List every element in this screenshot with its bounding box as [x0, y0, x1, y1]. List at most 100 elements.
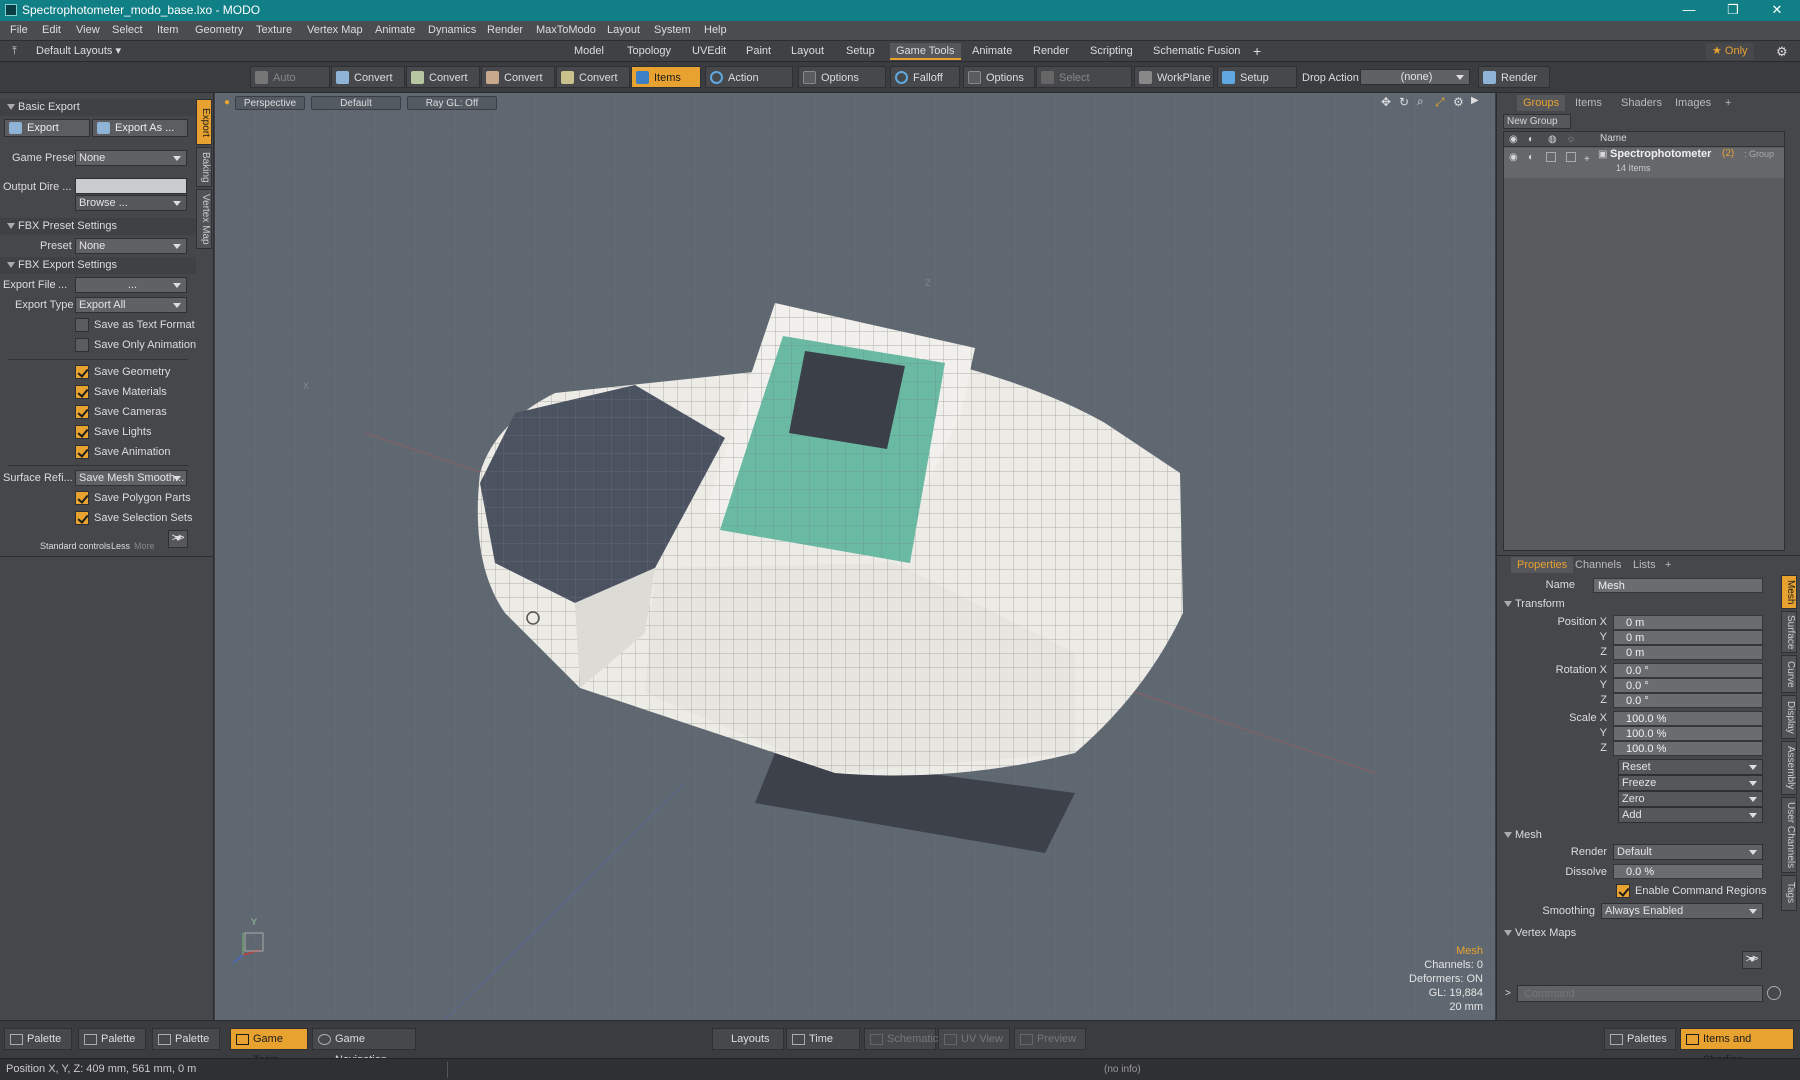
tab-game-tools[interactable]: Game Tools — [890, 43, 961, 60]
menu-maxtomodo[interactable]: MaxToModo — [536, 24, 596, 36]
layouts-up-icon[interactable]: ⤒ — [6, 43, 23, 60]
tab-properties[interactable]: Properties — [1511, 557, 1574, 573]
command-history-icon[interactable] — [1767, 986, 1781, 1000]
shading-dropdown[interactable]: Default — [311, 96, 401, 110]
layouts-button[interactable]: Layouts — [712, 1028, 784, 1050]
maximize-button[interactable]: ❐ — [1712, 0, 1754, 21]
zoom-icon[interactable]: ⌕ — [1417, 94, 1424, 109]
tab-groups[interactable]: Groups — [1517, 95, 1566, 111]
new-group-button[interactable]: New Group — [1503, 114, 1571, 129]
save-animation-checkbox[interactable] — [75, 445, 89, 459]
tab-channels[interactable]: Channels — [1569, 557, 1627, 573]
menu-item[interactable]: Item — [157, 24, 178, 36]
gear-icon[interactable]: ⚙ — [1770, 43, 1794, 60]
convert-button-3[interactable]: Convert — [481, 66, 555, 88]
expand-icon[interactable]: + — [1584, 154, 1590, 165]
more-link[interactable]: More — [134, 541, 155, 551]
menu-vertex-map[interactable]: Vertex Map — [307, 24, 363, 36]
export-file-dropdown[interactable]: ... — [75, 277, 187, 293]
vtab-assembly[interactable]: Assembly — [1781, 741, 1797, 795]
vtab-surface[interactable]: Surface — [1781, 611, 1797, 653]
vtab-curve[interactable]: Curve — [1781, 655, 1797, 693]
tab-render[interactable]: Render — [1027, 43, 1075, 60]
game-navigation-button[interactable]: Game Navigation — [312, 1028, 416, 1066]
tab-schematic-fusion[interactable]: Schematic Fusion — [1147, 43, 1246, 60]
smoothing-dropdown[interactable]: Always Enabled — [1601, 903, 1763, 919]
position-y-field[interactable]: 0 m — [1613, 630, 1763, 645]
vtab-vertex-map[interactable]: Vertex Map — [196, 189, 212, 249]
falloff-button[interactable]: Falloff — [890, 66, 960, 88]
save-lights-checkbox[interactable] — [75, 425, 89, 439]
surface-refinement-dropdown[interactable]: Save Mesh Smooth... — [75, 470, 187, 486]
rotate-icon[interactable]: ↻ — [1399, 95, 1409, 109]
tab-items[interactable]: Items — [1569, 95, 1608, 111]
basic-export-section[interactable]: Basic Export — [0, 99, 196, 116]
rotation-y-field[interactable]: 0.0 ° — [1613, 678, 1763, 693]
auto-select-button[interactable]: Auto Select — [250, 66, 330, 106]
palette-button-2[interactable]: Palette — [78, 1028, 146, 1050]
menu-animate[interactable]: Animate — [375, 24, 415, 36]
vtab-tags[interactable]: Tags — [1781, 875, 1797, 911]
preview-button[interactable]: Preview — [1014, 1028, 1086, 1050]
schematic-button[interactable]: Schematic — [864, 1028, 938, 1050]
scale-y-field[interactable]: 100.0 % — [1613, 726, 1763, 741]
output-dir-input[interactable] — [75, 178, 187, 194]
zero-dropdown[interactable]: Zero — [1618, 791, 1763, 807]
action-center-button[interactable]: Action Center — [705, 66, 793, 106]
menu-geometry[interactable]: Geometry — [195, 24, 243, 36]
scale-x-field[interactable]: 100.0 % — [1613, 711, 1763, 726]
menu-select[interactable]: Select — [112, 24, 143, 36]
row-lock-icon[interactable] — [1546, 152, 1556, 162]
vtab-display[interactable]: Display — [1781, 695, 1797, 739]
tab-layout[interactable]: Layout — [785, 43, 830, 60]
tab-add-properties[interactable]: + — [1659, 557, 1677, 573]
mesh-section[interactable]: Mesh — [1497, 827, 1757, 844]
save-selection-sets-checkbox[interactable] — [75, 511, 89, 525]
vtab-export[interactable]: Export — [196, 99, 212, 145]
convert-button-1[interactable]: Convert — [331, 66, 405, 88]
tab-topology[interactable]: Topology — [621, 43, 677, 60]
palette-button-1[interactable]: Palette — [4, 1028, 72, 1050]
pan-icon[interactable]: ✥ — [1381, 95, 1391, 109]
default-layouts-dropdown[interactable]: Default Layouts ▾ — [30, 43, 127, 60]
viewport-menu-dot[interactable]: ● — [222, 96, 232, 110]
menu-system[interactable]: System — [654, 24, 691, 36]
menu-layout[interactable]: Layout — [607, 24, 640, 36]
export-type-dropdown[interactable]: Export All — [75, 297, 187, 313]
freeze-dropdown[interactable]: Freeze — [1618, 775, 1763, 791]
save-polygon-parts-checkbox[interactable] — [75, 491, 89, 505]
scale-z-field[interactable]: 100.0 % — [1613, 741, 1763, 756]
menu-dynamics[interactable]: Dynamics — [428, 24, 476, 36]
menu-file[interactable]: File — [10, 24, 28, 36]
row-select-icon[interactable] — [1566, 152, 1576, 162]
tab-scripting[interactable]: Scripting — [1084, 43, 1139, 60]
options-button-2[interactable]: Options — [963, 66, 1035, 88]
transform-section[interactable]: Transform — [1497, 596, 1757, 613]
add-tab-button[interactable]: + — [1247, 43, 1267, 60]
fbx-preset-settings-section[interactable]: FBX Preset Settings — [0, 218, 196, 235]
menu-texture[interactable]: Texture — [256, 24, 292, 36]
fit-icon[interactable]: ⤢ — [1435, 95, 1445, 110]
workplane-button[interactable]: WorkPlane — [1134, 66, 1214, 88]
items-and-shading-button[interactable]: Items and Shading — [1680, 1028, 1794, 1066]
reset-dropdown[interactable]: Reset — [1618, 759, 1763, 775]
dissolve-field[interactable]: 0.0 % — [1613, 864, 1763, 879]
time-button[interactable]: Time — [786, 1028, 860, 1050]
browse-button[interactable]: Browse ... — [75, 195, 187, 211]
vertex-maps-section[interactable]: Vertex Maps — [1497, 925, 1757, 942]
row-visibility-icon[interactable]: ◉ — [1509, 152, 1518, 163]
rotation-x-field[interactable]: 0.0 ° — [1613, 663, 1763, 678]
drop-action-dropdown[interactable]: (none) — [1360, 69, 1470, 85]
less-link[interactable]: Less — [111, 541, 130, 551]
tab-images[interactable]: Images — [1669, 95, 1717, 111]
name-input[interactable] — [1593, 578, 1763, 593]
tab-paint[interactable]: Paint — [740, 43, 777, 60]
palettes-button[interactable]: Palettes — [1604, 1028, 1676, 1050]
tab-shaders[interactable]: Shaders — [1615, 95, 1668, 111]
vertex-maps-more-button[interactable]: >> — [1742, 951, 1762, 969]
position-z-field[interactable]: 0 m — [1613, 645, 1763, 660]
game-preset-dropdown[interactable]: None — [75, 150, 187, 166]
view-type-dropdown[interactable]: Perspective — [235, 96, 305, 110]
save-as-text-format-checkbox[interactable] — [75, 318, 89, 332]
tab-add[interactable]: + — [1719, 95, 1737, 111]
